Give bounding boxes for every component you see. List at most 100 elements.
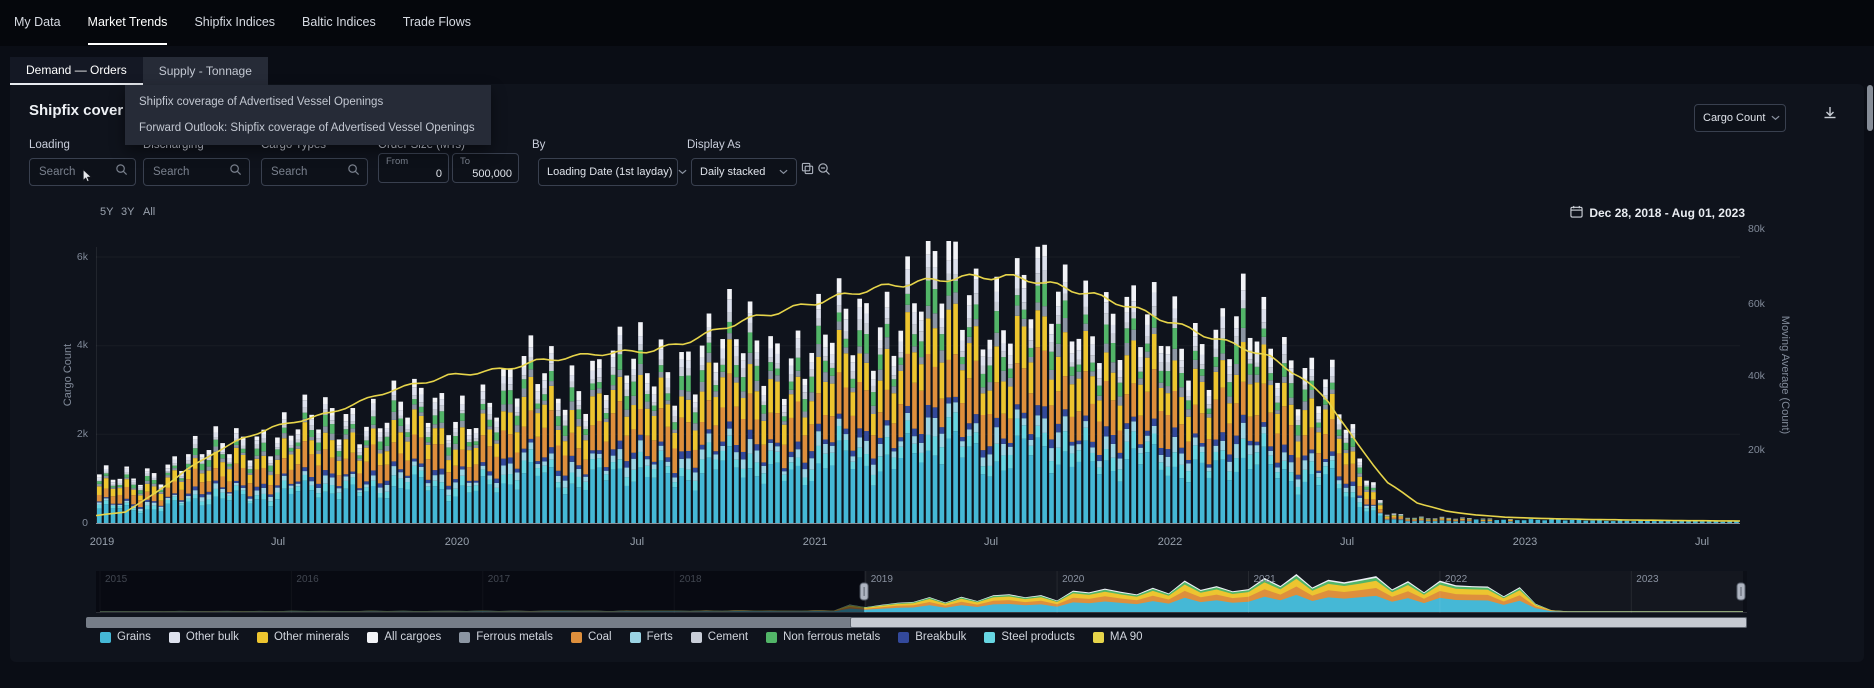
download-button[interactable] [1820, 105, 1840, 125]
svg-text:2022: 2022 [1445, 574, 1468, 585]
navigator-chart[interactable]: 201520162017201820192020202120222023 [96, 571, 1747, 613]
y-left-axis-title: Cargo Count [62, 305, 74, 445]
x-axis-tick: Jul [271, 536, 285, 548]
legend-label: Other minerals [274, 631, 349, 643]
legend-swatch [766, 632, 777, 643]
zoom-out-button[interactable] [816, 163, 832, 179]
chart-scrollbar-track[interactable] [86, 617, 1747, 628]
range-button-3y[interactable]: 3Y [121, 206, 134, 218]
legend-item-grains[interactable]: Grains [100, 631, 151, 643]
nav-item-trade-flows[interactable]: Trade Flows [403, 1, 471, 45]
zoom-out-icon [817, 162, 831, 181]
main-chart[interactable] [96, 227, 1740, 525]
page-scrollbar[interactable] [1867, 85, 1873, 131]
compare-button[interactable] [799, 163, 815, 179]
discharging-search[interactable] [143, 158, 250, 186]
metric-select[interactable]: Cargo Count [1694, 104, 1786, 132]
legend-label: Steel products [1001, 631, 1075, 643]
y-left-tick: 2k [52, 428, 88, 440]
supply-dropdown-menu: Shipfix coverage of Advertised Vessel Op… [125, 85, 491, 145]
nav-item-shipfix-indices[interactable]: Shipfix Indices [194, 1, 275, 45]
legend-label: Cement [708, 631, 748, 643]
x-axis-tick: 2021 [803, 536, 827, 548]
nav-item-market-trends[interactable]: Market Trends [88, 1, 168, 45]
x-axis-tick: 2022 [1158, 536, 1182, 548]
search-icon [115, 163, 128, 181]
to-label: To [460, 156, 470, 167]
order-size-from-input[interactable] [385, 168, 442, 180]
svg-text:2019: 2019 [871, 574, 894, 585]
loading-label: Loading [29, 139, 70, 151]
tab-supply-tonnage[interactable]: Supply - Tonnage [143, 57, 268, 85]
legend-swatch [257, 632, 268, 643]
menu-item-forward-outlook[interactable]: Forward Outlook: Shipfix coverage of Adv… [125, 115, 491, 141]
legend-item-ferrous-metals[interactable]: Ferrous metals [459, 631, 553, 643]
legend-label: Non ferrous metals [783, 631, 880, 643]
legend-item-non-ferrous-metals[interactable]: Non ferrous metals [766, 631, 880, 643]
nav-item-my-data[interactable]: My Data [14, 1, 61, 45]
range-button-5y[interactable]: 5Y [100, 206, 113, 218]
app-root: My Data Market Trends Shipfix Indices Ba… [0, 0, 1874, 688]
y-left-tick: 0 [52, 517, 88, 529]
legend-swatch [898, 632, 909, 643]
chart-scrollbar-thumb[interactable] [850, 617, 1747, 628]
legend-swatch [367, 632, 378, 643]
legend-swatch [459, 632, 470, 643]
legend-item-breakbulk[interactable]: Breakbulk [898, 631, 966, 643]
date-range-picker[interactable]: Dec 28, 2018 - Aug 01, 2023 [1570, 205, 1745, 221]
legend-item-all-cargoes[interactable]: All cargoes [367, 631, 441, 643]
chart-legend: Grains Other bulk Other minerals All cargoe… [100, 631, 1143, 643]
by-select[interactable]: Loading Date (1st layday) [538, 158, 678, 186]
order-size-to-input[interactable] [459, 168, 512, 180]
legend-label: All cargoes [384, 631, 441, 643]
x-axis-tick: 2019 [90, 536, 114, 548]
chevron-down-icon [678, 169, 687, 175]
loading-search-input[interactable] [37, 165, 115, 179]
legend-item-other-bulk[interactable]: Other bulk [169, 631, 239, 643]
legend-item-cement[interactable]: Cement [691, 631, 748, 643]
by-label: By [532, 139, 545, 151]
sub-tabbar: Demand — Orders Supply - Tonnage [10, 57, 268, 85]
tab-demand-orders[interactable]: Demand — Orders [10, 57, 143, 85]
legend-item-steel-products[interactable]: Steel products [984, 631, 1075, 643]
calendar-icon [1570, 205, 1583, 221]
legend-item-other-minerals[interactable]: Other minerals [257, 631, 349, 643]
y-right-tick: 40k [1748, 370, 1765, 382]
legend-item-coal[interactable]: Coal [571, 631, 612, 643]
page-title: Shipfix cover [29, 102, 123, 119]
y-right-tick: 80k [1748, 223, 1765, 235]
legend-label: MA 90 [1110, 631, 1143, 643]
legend-swatch [630, 632, 641, 643]
cargo-types-search[interactable] [261, 158, 368, 186]
x-axis-tick: Jul [984, 536, 998, 548]
display-as-select[interactable]: Daily stacked [691, 158, 797, 186]
legend-swatch [984, 632, 995, 643]
legend-label: Other bulk [186, 631, 239, 643]
legend-item-ma-90[interactable]: MA 90 [1093, 631, 1143, 643]
legend-swatch [691, 632, 702, 643]
legend-item-ferts[interactable]: Ferts [630, 631, 673, 643]
svg-text:2020: 2020 [1062, 574, 1085, 585]
y-left-tick: 4k [52, 339, 88, 351]
chevron-down-icon [779, 169, 788, 175]
display-as-select-value: Daily stacked [700, 166, 765, 178]
download-icon [1821, 104, 1839, 127]
order-size-to-field[interactable]: To [452, 153, 519, 183]
compare-icon [801, 162, 814, 180]
x-axis-tick: Jul [1695, 536, 1709, 548]
legend-label: Ferts [647, 631, 673, 643]
cargo-types-search-input[interactable] [269, 165, 347, 179]
legend-label: Ferrous metals [476, 631, 553, 643]
x-axis-tick: Jul [630, 536, 644, 548]
top-nav: My Data Market Trends Shipfix Indices Ba… [0, 0, 1874, 46]
order-size-from-field[interactable]: From [378, 153, 449, 183]
display-as-label: Display As [687, 139, 741, 151]
menu-item-shipfix-coverage[interactable]: Shipfix coverage of Advertised Vessel Op… [125, 89, 491, 115]
discharging-search-input[interactable] [151, 165, 229, 179]
range-button-all[interactable]: All [143, 206, 155, 218]
nav-item-baltic-indices[interactable]: Baltic Indices [302, 1, 376, 45]
legend-swatch [571, 632, 582, 643]
date-range-value: Dec 28, 2018 - Aug 01, 2023 [1589, 206, 1745, 220]
y-right-tick: 20k [1748, 444, 1765, 456]
legend-swatch [100, 632, 111, 643]
